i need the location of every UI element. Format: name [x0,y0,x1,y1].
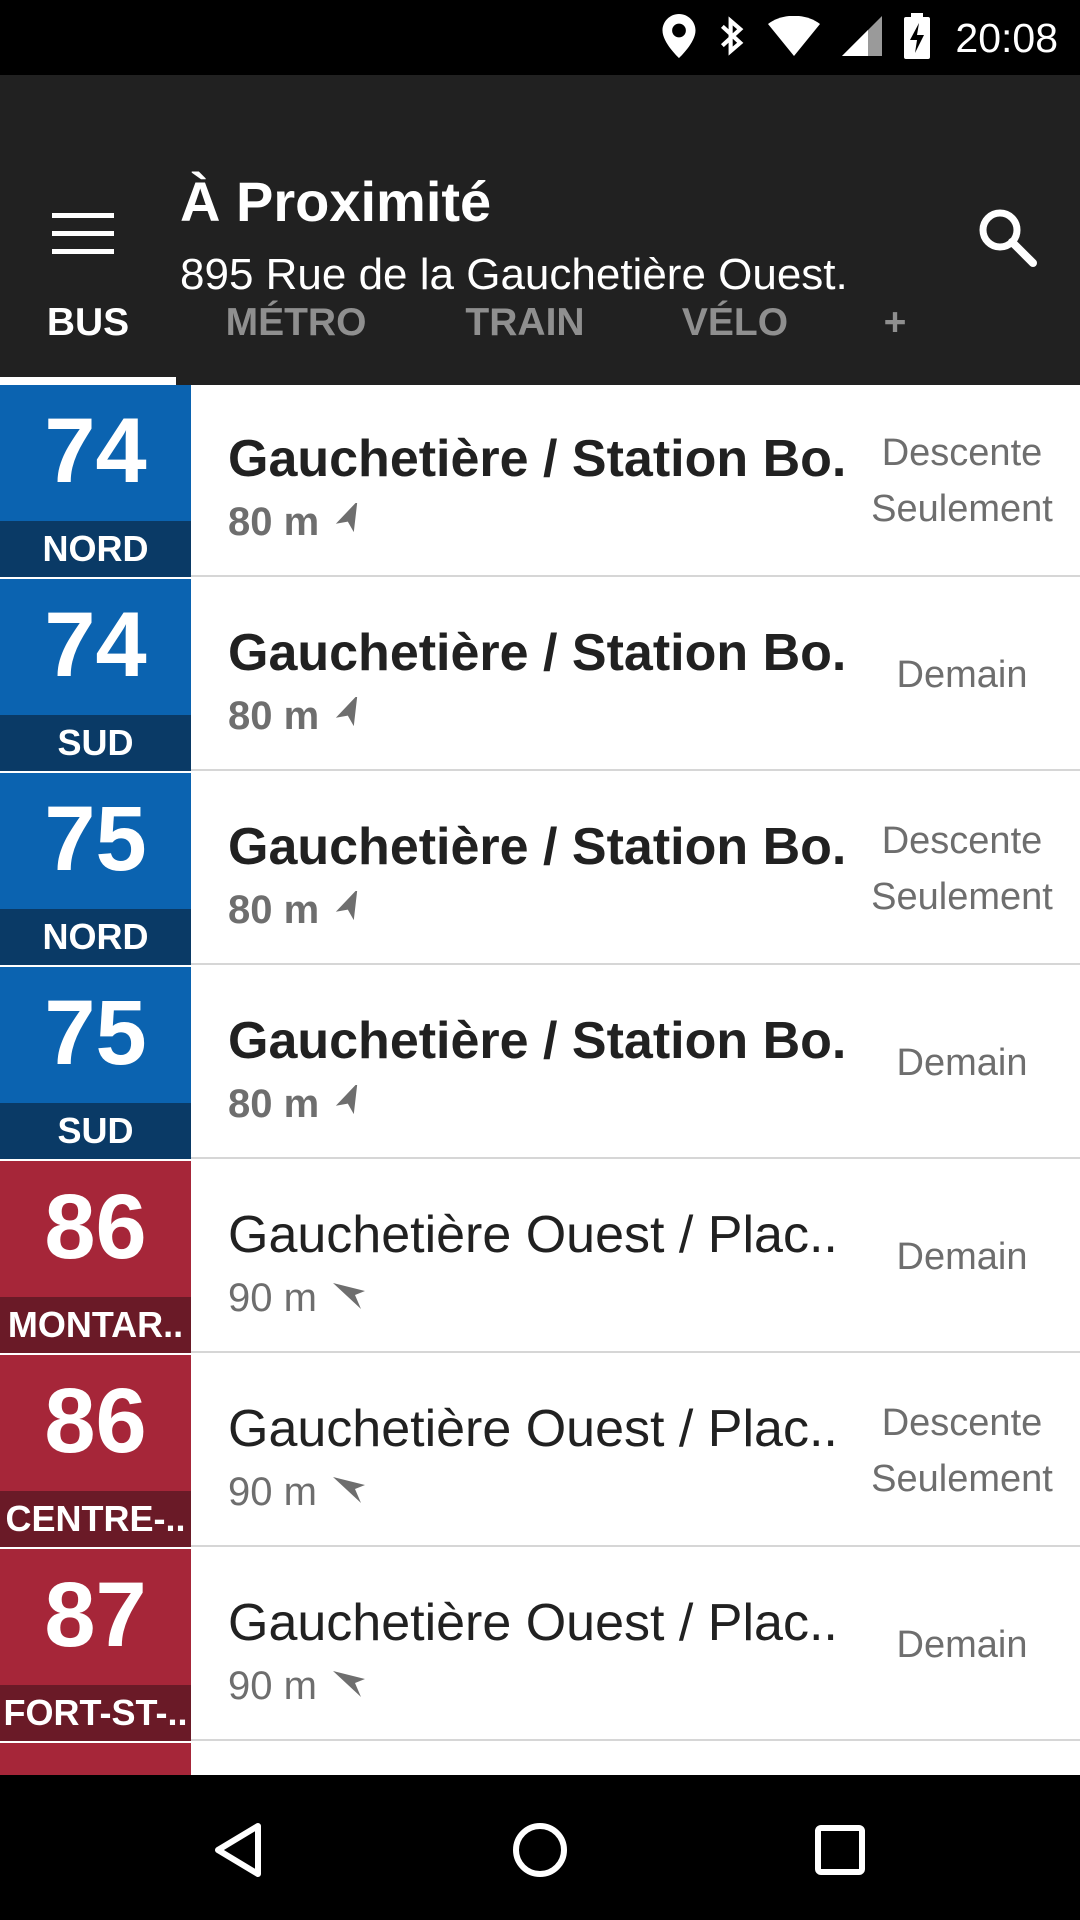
route-badge: 86 MONTAR.. [0,1161,191,1353]
route-direction: NORD [0,521,191,577]
tab-bar: BUS MÉTRO TRAIN VÉLO + [0,285,1080,385]
route-direction: FORT-ST-.. [0,1685,191,1741]
route-badge: 87 FORT-ST-.. [0,1549,191,1741]
departure-status: Descente Seulement [862,773,1062,965]
direction-arrow-icon [333,691,365,741]
status-line-1: Descente [881,820,1043,862]
departure-status: Descente Seulement [862,1355,1062,1547]
nearby-routes-list: 74 NORD Gauchetière / Station Bo.. 80 m … [0,385,1080,1775]
tab-metro[interactable]: MÉTRO [196,285,396,391]
distance-value: 80 m [228,888,320,932]
page-title: À Proximité [180,170,492,233]
route-number: 74 [44,594,147,696]
departure-status: Demain [862,967,1062,1159]
route-badge: 75 NORD [0,773,191,965]
route-direction: CENTRE-.. [0,1491,191,1547]
stop-distance: 80 m [228,1079,365,1129]
stop-name: Gauchetière / Station Bo.. [228,624,848,682]
tab-velo[interactable]: VÉLO [640,285,830,391]
stop-name: Gauchetière / Station Bo.. [228,818,848,876]
direction-arrow-icon [331,1661,367,1711]
tab-more[interactable]: + [850,285,940,391]
stop-distance: 80 m [228,691,365,741]
route-direction: SUD [0,715,191,771]
back-icon[interactable] [195,1805,285,1895]
battery-charging-icon [904,12,930,64]
bluetooth-icon [718,14,746,63]
route-number: 86 [44,1176,147,1278]
list-item[interactable]: 74 NORD Gauchetière / Station Bo.. 80 m … [0,385,1080,577]
direction-arrow-icon [333,885,365,935]
status-line-1: Demain [896,1042,1028,1084]
hamburger-menu-icon[interactable] [52,213,114,257]
status-line-1: Demain [896,1236,1028,1278]
direction-arrow-icon [333,497,365,547]
departure-status: Descente Seulement [862,385,1062,577]
distance-value: 90 m [228,1276,317,1320]
direction-arrow-icon [333,1079,365,1129]
status-icons [662,12,930,64]
stop-name: Gauchetière / Station Bo.. [228,430,848,488]
status-bar: 20:08 [0,0,1080,75]
stop-name: Gauchetière Ouest / Plac.. [228,1206,838,1264]
status-line-2: Seulement [871,488,1053,530]
home-icon[interactable] [495,1805,585,1895]
list-item[interactable]: 75 NORD Gauchetière / Station Bo.. 80 m … [0,773,1080,965]
status-line-2: Seulement [871,1458,1053,1500]
list-item[interactable]: 86 CENTRE-.. Gauchetière Ouest / Plac.. … [0,1355,1080,1547]
list-item[interactable]: 87 FORT-ST-.. Gauchetière Ouest / Plac..… [0,1549,1080,1741]
route-number: 75 [44,982,147,1084]
distance-value: 80 m [228,1082,320,1126]
distance-value: 80 m [228,694,320,738]
route-badge [0,1743,191,1775]
route-number: 87 [44,1564,147,1666]
distance-value: 90 m [228,1664,317,1708]
stop-name: Gauchetière Ouest / Plac.. [228,1594,838,1652]
status-line-1: Demain [896,1624,1028,1666]
route-badge: 86 CENTRE-.. [0,1355,191,1547]
departure-status: Demain [862,1161,1062,1353]
stop-name: Gauchetière / Station Bo.. [228,1012,848,1070]
departure-status: Demain [862,1549,1062,1741]
route-direction: MONTAR.. [0,1297,191,1353]
route-number: 86 [44,1370,147,1472]
route-number: 75 [44,788,147,890]
list-item[interactable]: 75 SUD Gauchetière / Station Bo.. 80 m D… [0,967,1080,1159]
recents-icon[interactable] [795,1805,885,1895]
status-line-1: Descente [881,1402,1043,1444]
active-tab-indicator [0,377,176,385]
tab-train[interactable]: TRAIN [430,285,620,391]
list-item[interactable]: 86 MONTAR.. Gauchetière Ouest / Plac.. 9… [0,1161,1080,1353]
status-line-2: Seulement [871,876,1053,918]
list-item[interactable]: 74 SUD Gauchetière / Station Bo.. 80 m D… [0,579,1080,771]
route-direction: SUD [0,1103,191,1159]
wifi-icon [768,15,820,61]
navigation-bar [0,1775,1080,1920]
signal-icon [842,15,882,61]
route-number: 74 [44,400,147,502]
tab-bus[interactable]: BUS [0,285,176,391]
direction-arrow-icon [331,1273,367,1323]
route-badge: 75 SUD [0,967,191,1159]
route-badge: 74 NORD [0,385,191,577]
departure-status: Demain [862,579,1062,771]
list-item-partial[interactable] [0,1743,1080,1775]
stop-distance: 90 m [228,1467,367,1517]
route-badge: 74 SUD [0,579,191,771]
status-line-1: Descente [881,432,1043,474]
stop-distance: 90 m [228,1661,367,1711]
location-icon [662,13,696,63]
direction-arrow-icon [331,1467,367,1517]
distance-value: 90 m [228,1470,317,1514]
search-icon[interactable] [975,205,1039,269]
distance-value: 80 m [228,500,320,544]
route-direction: NORD [0,909,191,965]
stop-distance: 80 m [228,497,365,547]
stop-name: Gauchetière Ouest / Plac.. [228,1400,838,1458]
stop-distance: 90 m [228,1273,367,1323]
stop-distance: 80 m [228,885,365,935]
status-line-1: Demain [896,654,1028,696]
status-time: 20:08 [955,15,1058,61]
